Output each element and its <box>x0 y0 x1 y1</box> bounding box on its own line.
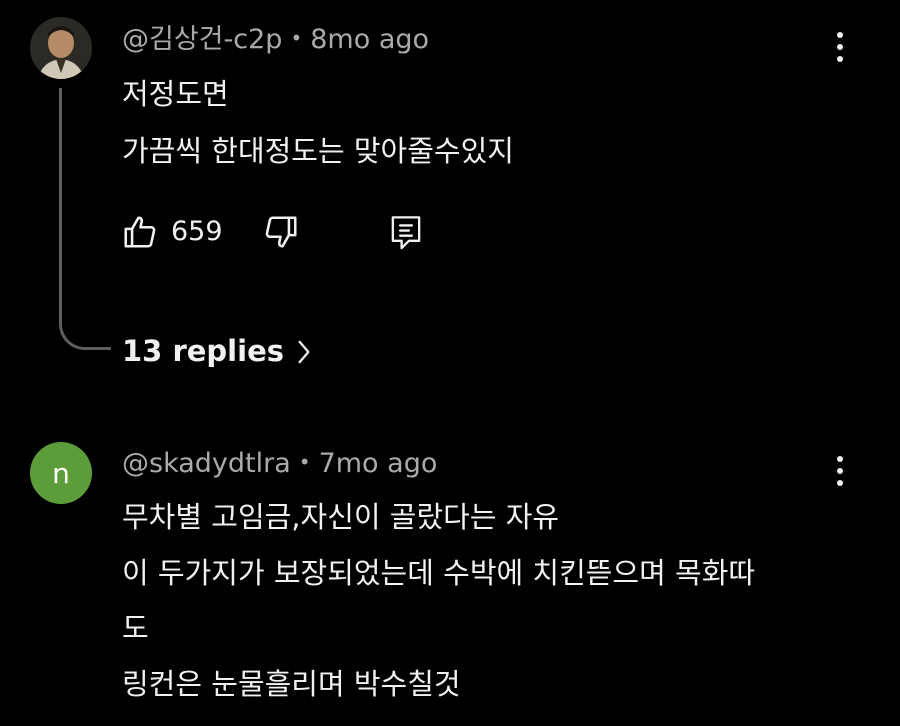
comment-meta: @김상건-c2p • 8mo ago <box>122 26 429 53</box>
reply-comment-icon <box>391 216 421 250</box>
dislike-button[interactable] <box>261 212 301 252</box>
avatar[interactable] <box>30 17 92 79</box>
avatar-letter: n <box>52 456 70 490</box>
reply-button[interactable] <box>386 212 426 252</box>
view-replies-button[interactable]: 13 replies <box>122 337 312 366</box>
thumbs-down-icon <box>265 216 297 248</box>
comment-text-line: 이 두가지가 보장되었는데 수박에 치킨뜯으며 목화따 <box>122 556 756 590</box>
replies-label: 13 replies <box>122 334 284 368</box>
more-vert-icon <box>837 456 843 462</box>
comment-time: 8mo ago <box>310 24 430 55</box>
author-name[interactable]: @skadydtlra <box>122 448 291 479</box>
thread-line <box>59 88 111 350</box>
more-options-button[interactable] <box>825 25 855 69</box>
more-options-button[interactable] <box>825 449 855 493</box>
chevron-right-icon <box>298 340 310 363</box>
comment-text-line: 저정도면 <box>122 77 229 111</box>
more-vert-icon <box>837 32 843 38</box>
user-photo-icon <box>30 17 92 79</box>
meta-separator: • <box>290 26 303 50</box>
author-name[interactable]: @김상건-c2p <box>122 24 282 55</box>
comment-meta: @skadydtlra • 7mo ago <box>122 450 437 477</box>
comment-text-line: 도 <box>122 611 149 645</box>
meta-separator: • <box>298 450 311 474</box>
like-count: 659 <box>171 216 223 247</box>
comment-text-line: 링컨은 눈물흘리며 박수칠것 <box>122 667 461 701</box>
thumbs-up-icon <box>124 216 156 248</box>
like-button[interactable] <box>120 212 160 252</box>
comment-text-line: 무차별 고임금,자신이 골랐다는 자유 <box>122 500 560 534</box>
comment-text-line: 가끔씩 한대정도는 맞아줄수있지 <box>122 134 514 168</box>
avatar[interactable]: n <box>30 442 92 504</box>
comment-time: 7mo ago <box>318 448 438 479</box>
